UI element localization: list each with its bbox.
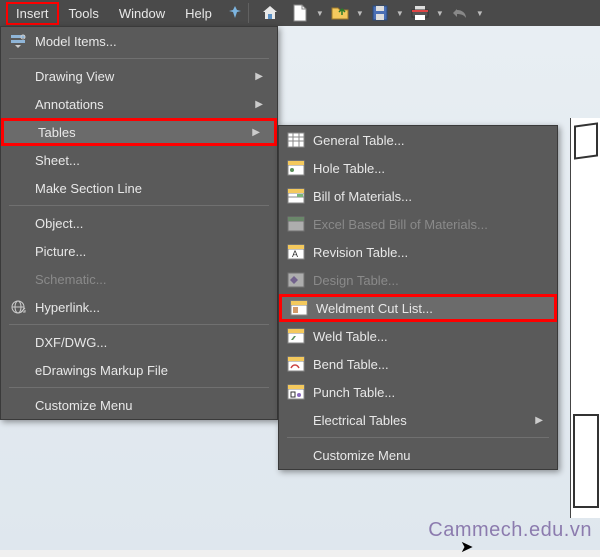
menu-divider: [9, 205, 269, 206]
revision-table-icon: A: [279, 244, 313, 260]
weld-table-icon: [279, 328, 313, 344]
menu-item-label: Object...: [35, 216, 263, 231]
menu-object[interactable]: Object...: [1, 209, 277, 237]
menu-item-label: Picture...: [35, 244, 263, 259]
menu-tables[interactable]: Tables ▶: [1, 118, 277, 146]
menu-divider: [9, 387, 269, 388]
menu-item-label: Electrical Tables: [313, 413, 521, 428]
drawing-detail: [570, 118, 600, 518]
excel-bom-icon: [279, 216, 313, 232]
menu-item-label: Design Table...: [313, 273, 543, 288]
menu-divider: [287, 437, 549, 438]
bend-table-icon: [279, 356, 313, 372]
menu-item-label: Punch Table...: [313, 385, 543, 400]
hole-table-icon: [279, 160, 313, 176]
menu-tools[interactable]: Tools: [59, 2, 109, 25]
menu-divider: [9, 324, 269, 325]
menu-dxf-dwg[interactable]: DXF/DWG...: [1, 328, 277, 356]
pin-icon[interactable]: [228, 5, 242, 22]
menu-item-label: Excel Based Bill of Materials...: [313, 217, 543, 232]
menu-schematic: Schematic...: [1, 265, 277, 293]
menu-edrawings-markup[interactable]: eDrawings Markup File: [1, 356, 277, 384]
menu-sheet[interactable]: Sheet...: [1, 146, 277, 174]
menu-item-label: Bill of Materials...: [313, 189, 543, 204]
hyperlink-icon: [1, 298, 35, 316]
undo-dropdown-arrow[interactable]: ▼: [475, 9, 485, 18]
submenu-punch-table[interactable]: Punch Table...: [279, 378, 557, 406]
svg-text:A: A: [292, 249, 298, 259]
save-dropdown-arrow[interactable]: ▼: [395, 9, 405, 18]
menu-item-label: Revision Table...: [313, 245, 543, 260]
menu-annotations[interactable]: Annotations ▶: [1, 90, 277, 118]
toolbar-separator: [248, 3, 249, 23]
save-button[interactable]: [367, 2, 393, 24]
menu-item-label: Weldment Cut List...: [316, 301, 540, 316]
menu-drawing-view[interactable]: Drawing View ▶: [1, 62, 277, 90]
menu-item-label: Weld Table...: [313, 329, 543, 344]
submenu-customize[interactable]: Customize Menu: [279, 441, 557, 469]
general-table-icon: [279, 132, 313, 148]
submenu-weldment-cut-list[interactable]: Weldment Cut List...: [279, 294, 557, 322]
design-table-icon: [279, 272, 313, 288]
model-items-icon: [1, 32, 35, 50]
menu-item-label: General Table...: [313, 133, 543, 148]
bom-icon: [279, 188, 313, 204]
cursor-icon: ➤: [460, 537, 473, 557]
menu-bar: Insert Tools Window Help ▼ ▼ ▼ ▼ ▼: [0, 0, 600, 26]
new-button[interactable]: [287, 2, 313, 24]
insert-menu: Model Items... Drawing View ▶ Annotation…: [0, 26, 278, 420]
submenu-bom[interactable]: Bill of Materials...: [279, 182, 557, 210]
menu-make-section-line[interactable]: Make Section Line: [1, 174, 277, 202]
menu-item-label: Annotations: [35, 97, 241, 112]
new-dropdown-arrow[interactable]: ▼: [315, 9, 325, 18]
home-button[interactable]: [257, 2, 283, 24]
menu-item-label: Tables: [38, 125, 238, 140]
menu-help[interactable]: Help: [175, 2, 222, 25]
menu-window[interactable]: Window: [109, 2, 175, 25]
open-button[interactable]: [327, 2, 353, 24]
watermark: Cammech.edu.vn: [428, 519, 592, 542]
submenu-electrical-tables[interactable]: Electrical Tables ▶: [279, 406, 557, 434]
menu-item-label: Schematic...: [35, 272, 263, 287]
menu-divider: [9, 58, 269, 59]
menu-item-label: eDrawings Markup File: [35, 363, 263, 378]
submenu-bend-table[interactable]: Bend Table...: [279, 350, 557, 378]
menu-model-items[interactable]: Model Items...: [1, 27, 277, 55]
print-button[interactable]: [407, 2, 433, 24]
weldment-cut-list-icon: [282, 300, 316, 316]
menu-hyperlink[interactable]: Hyperlink...: [1, 293, 277, 321]
submenu-arrow-icon: ▶: [255, 99, 263, 110]
submenu-hole-table[interactable]: Hole Table...: [279, 154, 557, 182]
submenu-general-table[interactable]: General Table...: [279, 126, 557, 154]
submenu-revision-table[interactable]: A Revision Table...: [279, 238, 557, 266]
undo-button[interactable]: [447, 2, 473, 24]
menu-picture[interactable]: Picture...: [1, 237, 277, 265]
menu-item-label: Sheet...: [35, 153, 263, 168]
menu-item-label: Model Items...: [35, 34, 263, 49]
submenu-arrow-icon: ▶: [535, 415, 543, 426]
menu-item-label: Make Section Line: [35, 181, 263, 196]
menu-item-label: DXF/DWG...: [35, 335, 263, 350]
open-dropdown-arrow[interactable]: ▼: [355, 9, 365, 18]
menu-insert[interactable]: Insert: [6, 2, 59, 25]
menu-item-label: Customize Menu: [35, 398, 263, 413]
submenu-weld-table[interactable]: Weld Table...: [279, 322, 557, 350]
tables-submenu: General Table... Hole Table... Bill of M…: [278, 125, 558, 470]
submenu-arrow-icon: ▶: [255, 71, 263, 82]
submenu-design-table: Design Table...: [279, 266, 557, 294]
menu-item-label: Hyperlink...: [35, 300, 263, 315]
menu-item-label: Bend Table...: [313, 357, 543, 372]
menu-item-label: Customize Menu: [313, 448, 543, 463]
menu-item-label: Hole Table...: [313, 161, 543, 176]
menu-item-label: Drawing View: [35, 69, 241, 84]
submenu-arrow-icon: ▶: [252, 127, 260, 138]
menu-customize[interactable]: Customize Menu: [1, 391, 277, 419]
print-dropdown-arrow[interactable]: ▼: [435, 9, 445, 18]
punch-table-icon: [279, 384, 313, 400]
submenu-excel-bom: Excel Based Bill of Materials...: [279, 210, 557, 238]
